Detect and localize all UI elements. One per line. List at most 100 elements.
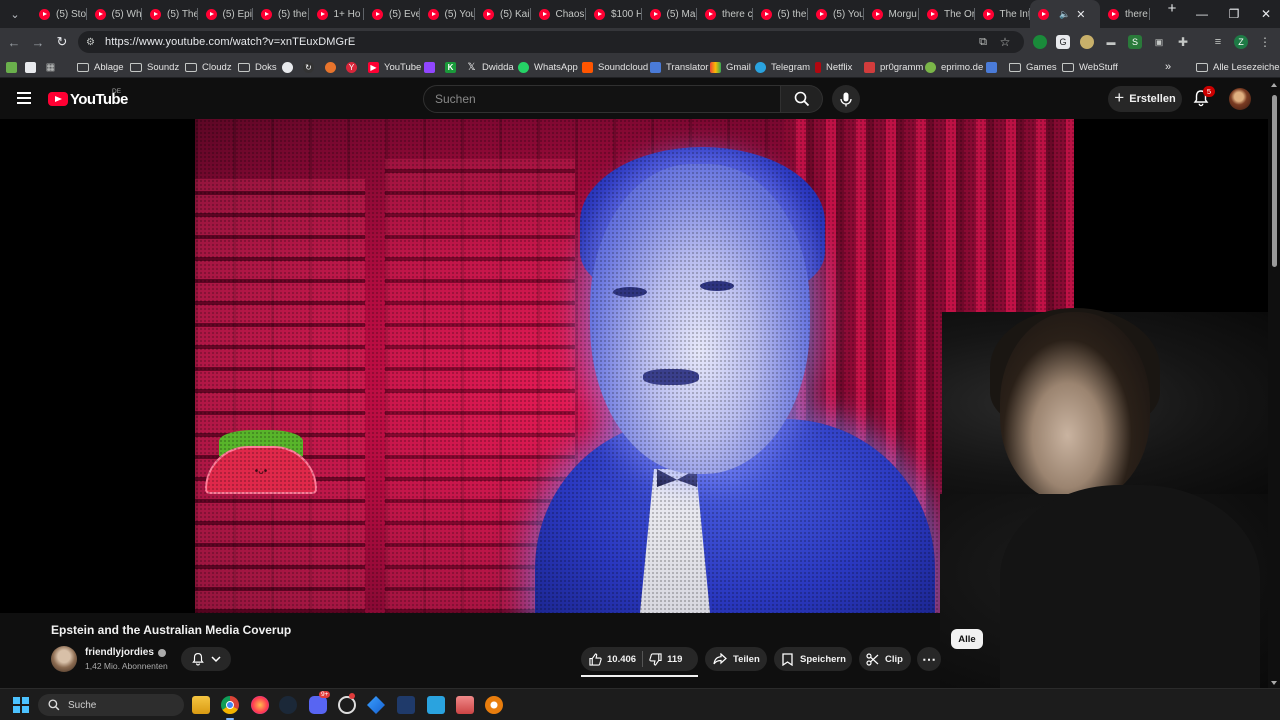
chrome-icon[interactable] (221, 696, 239, 714)
browser-tab[interactable]: (5) Sto (31, 0, 87, 28)
like-button[interactable]: 10.406 (581, 652, 636, 666)
browser-tab[interactable]: (5) The (142, 0, 198, 28)
browser-tab[interactable]: Chaos (531, 0, 587, 28)
browser-tab[interactable]: (5) Epi (198, 0, 254, 28)
browser-tab[interactable]: (5) Eve (364, 0, 420, 28)
blender-icon[interactable] (485, 696, 503, 714)
bookmark-icon-only[interactable] (424, 60, 440, 74)
taskbar-search[interactable]: Suche (38, 694, 184, 716)
bookmark-eprimo[interactable]: eprimo.de (925, 60, 983, 74)
scroll-down-arrow[interactable] (1271, 681, 1277, 685)
channel-avatar[interactable] (51, 646, 77, 672)
browser-tab[interactable]: (5) Ma (642, 0, 698, 28)
bookmark-youtube[interactable]: ▶ YouTube (368, 60, 421, 74)
extension-icon[interactable]: ▬ (1104, 35, 1118, 49)
image-viewer-icon[interactable] (456, 696, 474, 714)
close-tab-icon[interactable]: ✕ (1076, 8, 1085, 21)
browser-tab[interactable]: (5) You (808, 0, 864, 28)
bookmark-folder-cloudz[interactable]: Cloudz (185, 60, 232, 74)
bookmark-star-icon[interactable]: ☆ (998, 35, 1012, 49)
extension-icon[interactable]: ▣ (1152, 35, 1166, 49)
bookmark-gmail[interactable]: Gmail (710, 60, 751, 74)
bookmark-icon-only[interactable] (325, 60, 341, 74)
bookmark-folder-doks[interactable]: Doks (238, 60, 277, 74)
browser-tab[interactable]: 1+ Ho (309, 0, 365, 28)
notes-app-icon[interactable] (427, 696, 445, 714)
browser-tab[interactable]: (5) the (753, 0, 809, 28)
save-button[interactable]: Speichern (774, 647, 852, 671)
extension-icon[interactable] (1080, 35, 1094, 49)
apps-grid-icon[interactable]: ▦ (45, 60, 61, 74)
bookmark-netflix[interactable]: Netflix (815, 60, 852, 74)
voice-search-button[interactable] (832, 85, 860, 113)
search-button[interactable] (781, 85, 823, 113)
bookmark-soundcloud[interactable]: Soundcloud (582, 60, 648, 74)
bookmark-dwidda[interactable]: 𝕏 Dwidda (466, 60, 513, 74)
windows-start-icon[interactable] (13, 697, 29, 713)
bookmark-whatsapp[interactable]: WhatsApp (518, 60, 578, 74)
forward-button[interactable]: → (28, 32, 48, 52)
browser-tab[interactable]: (5) the (253, 0, 309, 28)
subscribed-notifications-button[interactable] (181, 647, 231, 671)
menu-icon[interactable] (17, 92, 31, 104)
scroll-up-arrow[interactable] (1271, 83, 1277, 87)
create-button[interactable]: + Erstellen (1108, 86, 1182, 112)
close-window-button[interactable]: ✕ (1250, 0, 1280, 28)
bookmark-folder-soundz[interactable]: Soundz (130, 60, 179, 74)
browser-tab[interactable]: The Or (919, 0, 975, 28)
dislike-button[interactable]: 119 (649, 652, 682, 666)
install-app-icon[interactable]: ⧉ (976, 35, 990, 49)
browser-tab[interactable]: Morgu (864, 0, 920, 28)
app-icon[interactable] (367, 696, 385, 714)
browser-menu-icon[interactable]: ⋮ (1258, 35, 1272, 49)
browser-tab[interactable]: there c (697, 0, 753, 28)
firefox-icon[interactable] (251, 696, 269, 714)
audio-playing-icon[interactable]: 🔈 (1059, 9, 1070, 20)
scrollbar-thumb[interactable] (1272, 95, 1277, 267)
notifications-button[interactable]: 5 (1192, 86, 1215, 109)
obs-icon[interactable] (338, 693, 356, 714)
browser-tab[interactable]: The Int (975, 0, 1030, 28)
bookmark-icon-only[interactable]: K (445, 60, 461, 74)
new-tab-button[interactable]: + (1160, 0, 1184, 28)
youtube-logo-icon[interactable] (48, 92, 68, 106)
extension-icon[interactable] (1033, 35, 1047, 49)
filter-chip-all[interactable]: Alle (951, 629, 983, 649)
browser-tab[interactable]: (5) You (420, 0, 475, 28)
share-button[interactable]: Teilen (705, 647, 767, 671)
extension-icon[interactable]: S (1128, 35, 1142, 49)
account-avatar[interactable] (1229, 88, 1251, 110)
minimize-button[interactable]: — (1186, 0, 1218, 28)
reading-list-icon[interactable]: ≡ (1211, 35, 1225, 49)
bookmark-icon-only[interactable]: ↻ (303, 60, 319, 74)
site-info-icon[interactable]: ⚙ (86, 37, 100, 48)
bookmark-telegram[interactable]: Telegram (755, 60, 810, 74)
browser-tab[interactable]: (5) Kai (475, 0, 531, 28)
bookmark-icon-only[interactable]: Y (346, 60, 362, 74)
all-bookmarks-folder[interactable]: Alle Lesezeichen (1196, 60, 1280, 74)
bookmark-icon-only[interactable] (282, 60, 298, 74)
extensions-puzzle-icon[interactable]: ✚ (1176, 35, 1190, 49)
bookmarks-overflow-button[interactable]: » (1165, 60, 1171, 74)
browser-tab[interactable]: (5) Wh (87, 0, 143, 28)
browser-tab[interactable]: $100 H (586, 0, 642, 28)
address-bar[interactable]: ⚙ https://www.youtube.com/watch?v=xnTEux… (78, 31, 1024, 53)
reload-button[interactable]: ↻ (52, 32, 72, 52)
bookmark-pr0gramm[interactable]: pr0gramm (864, 60, 923, 74)
extension-icon[interactable]: G (1056, 35, 1070, 49)
search-input[interactable] (435, 92, 755, 106)
audio-app-icon[interactable] (397, 696, 415, 714)
steam-icon[interactable] (279, 696, 297, 714)
bookmark-app-icon[interactable] (25, 60, 41, 74)
maximize-button[interactable]: ❐ (1218, 0, 1250, 28)
tab-search-button[interactable]: ⌄ (3, 3, 27, 25)
bookmark-app-icon[interactable] (6, 60, 22, 74)
back-button[interactable]: ← (4, 32, 24, 52)
file-explorer-icon[interactable] (192, 696, 210, 714)
more-actions-button[interactable]: ⋯ (917, 647, 941, 671)
browser-tab[interactable]: there c (1100, 0, 1150, 28)
bookmark-folder-ablage[interactable]: Ablage (77, 60, 124, 74)
discord-icon[interactable]: 9+ (309, 691, 331, 714)
bookmark-folder-games[interactable]: Games (1009, 60, 1057, 74)
bookmark-translator[interactable]: Translator (650, 60, 708, 74)
